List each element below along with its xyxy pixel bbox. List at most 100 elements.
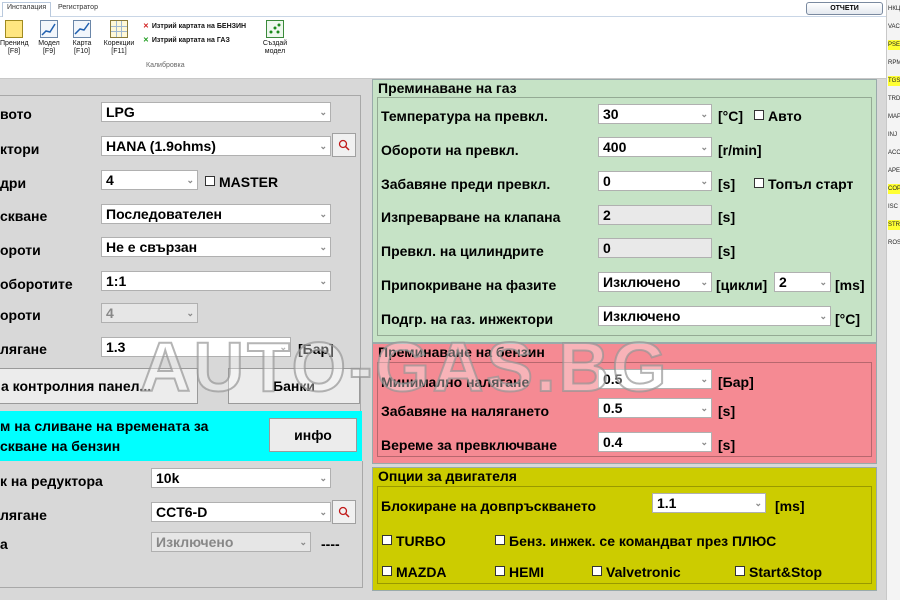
- switch-rpm-select[interactable]: 400 ⌄: [598, 137, 712, 157]
- control-panel-button[interactable]: а контролния панел...: [0, 368, 198, 404]
- side-item[interactable]: PSE: [888, 40, 900, 50]
- min-pressure-select[interactable]: 0.5 ⌄: [598, 369, 712, 389]
- hemi-label: HEMI: [509, 564, 544, 580]
- banks-button[interactable]: Банки: [228, 368, 360, 404]
- side-item[interactable]: INJ: [888, 130, 900, 140]
- chevron-down-icon: ⌄: [700, 437, 708, 447]
- side-item[interactable]: TRD: [888, 94, 900, 104]
- valvetronic-checkbox[interactable]: Valvetronic: [592, 564, 681, 580]
- fuel-type-select[interactable]: LPG ⌄: [101, 102, 331, 122]
- reducer-select[interactable]: 10k ⌄: [151, 468, 331, 488]
- side-item[interactable]: ISC: [888, 202, 900, 212]
- injector-heating-select[interactable]: Изключено ⌄: [598, 306, 831, 326]
- hemi-checkbox[interactable]: HEMI: [495, 564, 544, 580]
- rpm-pulses-value: 4: [106, 305, 114, 321]
- ribbon-tabs: Инсталация Регистратор: [0, 0, 886, 17]
- cycles-ms-unit: [ms]: [835, 277, 865, 293]
- pressure-select[interactable]: 1.3 ⌄: [101, 337, 291, 357]
- pressure-delay-label: Забавяне на налягането: [381, 403, 550, 419]
- preinit-label: Пренинд [F8]: [0, 40, 29, 55]
- reports-button[interactable]: ОТЧЕТИ: [806, 2, 883, 15]
- tab-installation[interactable]: Инсталация: [2, 2, 52, 17]
- min-pressure-unit: [Бар]: [718, 374, 754, 390]
- switch-time-select[interactable]: 0.4 ⌄: [598, 432, 712, 452]
- cylinder-switch-unit: [s]: [718, 243, 736, 259]
- tab-logger[interactable]: Регистратор: [54, 3, 102, 12]
- hemi-checkbox-box[interactable]: [495, 566, 505, 576]
- delete-petrol-map-button[interactable]: ✕ Изтрий картата на БЕНЗИН: [143, 22, 246, 30]
- side-item[interactable]: TGS: [888, 76, 900, 86]
- map-button[interactable]: Карта [F10]: [68, 20, 96, 56]
- injectors-search-button[interactable]: [332, 133, 356, 157]
- rpm-pulses-select[interactable]: 4 ⌄: [101, 303, 198, 323]
- switch-delay-value: 0: [603, 173, 611, 189]
- turbo-checkbox-box[interactable]: [382, 535, 392, 545]
- auto-checkbox-box[interactable]: [754, 110, 764, 120]
- info-button[interactable]: инфо: [269, 418, 357, 452]
- side-item[interactable]: VAC: [888, 22, 900, 32]
- rpm-ratio-select[interactable]: 1:1 ⌄: [101, 271, 331, 291]
- turbo-checkbox[interactable]: TURBO: [382, 533, 446, 549]
- gas-switch-title: Преминаване на газ: [378, 80, 517, 96]
- extra-option-select[interactable]: Изключено ⌄: [151, 532, 311, 552]
- master-label: MASTER: [219, 174, 279, 190]
- plus-injectors-checkbox[interactable]: Бенз. инжек. се командват през ПЛЮС: [495, 533, 776, 549]
- side-item[interactable]: MAP: [888, 112, 900, 122]
- side-item[interactable]: ROSA: [888, 238, 900, 248]
- plus-injectors-checkbox-box[interactable]: [495, 535, 505, 545]
- model-button[interactable]: Модел [F9]: [34, 20, 64, 56]
- pressure-sensor-value: CCT6-D: [156, 504, 208, 520]
- left-panel: вото LPG ⌄ ктори HANA (1.9ohms) ⌄ дри 4 ⌄ M…: [0, 79, 364, 592]
- valve-advance-value: 2: [603, 207, 611, 223]
- side-item[interactable]: ACC: [888, 148, 900, 158]
- pressure-sensor-search-button[interactable]: [332, 500, 356, 524]
- cutoff-value: 1.1: [657, 495, 677, 511]
- mazda-checkbox-box[interactable]: [382, 566, 392, 576]
- master-checkbox-box[interactable]: [205, 176, 215, 186]
- side-item[interactable]: НКЦ: [888, 4, 900, 14]
- start-stop-checkbox-box[interactable]: [735, 566, 745, 576]
- preinit-icon: [5, 20, 23, 38]
- pressure-sensor-select[interactable]: CCT6-D ⌄: [151, 502, 331, 522]
- warm-start-checkbox-box[interactable]: [754, 178, 764, 188]
- warm-start-checkbox[interactable]: Топъл старт: [754, 176, 853, 192]
- mazda-checkbox[interactable]: MAZDA: [382, 564, 447, 580]
- cycles-select[interactable]: 2 ⌄: [774, 272, 831, 292]
- cylinders-select[interactable]: 4 ⌄: [101, 170, 198, 190]
- injection-mode-select[interactable]: Последователен ⌄: [101, 204, 331, 224]
- phase-overlap-select[interactable]: Изключено ⌄: [598, 272, 712, 292]
- side-item[interactable]: RPM: [888, 58, 900, 68]
- fuel-type-value: LPG: [106, 104, 135, 120]
- switch-delay-select[interactable]: 0 ⌄: [598, 171, 712, 191]
- chevron-down-icon: ⌄: [319, 107, 327, 117]
- create-model-button[interactable]: Създай модел: [258, 20, 292, 56]
- extra-option-label: а: [0, 536, 8, 552]
- reducer-value: 10k: [156, 470, 180, 486]
- switch-temp-unit: [°C]: [718, 108, 744, 124]
- cylinders-label: дри: [0, 175, 27, 191]
- preinit-button[interactable]: Пренинд [F8]: [0, 20, 29, 56]
- valvetronic-checkbox-box[interactable]: [592, 566, 602, 576]
- corrections-button[interactable]: Корекции [F11]: [100, 20, 138, 56]
- injectors-select[interactable]: HANA (1.9ohms) ⌄: [101, 136, 331, 156]
- chevron-down-icon: ⌄: [319, 507, 327, 517]
- warm-start-label: Топъл старт: [768, 176, 854, 192]
- side-item[interactable]: COP: [888, 184, 900, 194]
- master-checkbox[interactable]: MASTER: [205, 174, 278, 190]
- side-item[interactable]: APE: [888, 166, 900, 176]
- valve-advance-input[interactable]: 2: [598, 205, 712, 225]
- start-stop-checkbox[interactable]: Start&Stop: [735, 564, 822, 580]
- map-label: Карта [F10]: [72, 40, 92, 55]
- pressure-delay-unit: [s]: [718, 403, 736, 419]
- cylinder-switch-input[interactable]: 0: [598, 238, 712, 258]
- chevron-down-icon: ⌄: [186, 175, 194, 185]
- auto-checkbox[interactable]: Авто: [754, 108, 802, 124]
- pressure-delay-select[interactable]: 0.5 ⌄: [598, 398, 712, 418]
- pressure-value: 1.3: [106, 339, 126, 355]
- plus-injectors-label: Бенз. инжек. се командват през ПЛЮС: [509, 533, 777, 549]
- delete-gas-map-button[interactable]: ✕ Изтрий картата на ГАЗ: [143, 36, 230, 44]
- cutoff-select[interactable]: 1.1 ⌄: [652, 493, 766, 513]
- switch-temp-select[interactable]: 30 ⌄: [598, 104, 712, 124]
- side-item[interactable]: STR: [888, 220, 900, 230]
- rpm-source-select[interactable]: Не е свързан ⌄: [101, 237, 331, 257]
